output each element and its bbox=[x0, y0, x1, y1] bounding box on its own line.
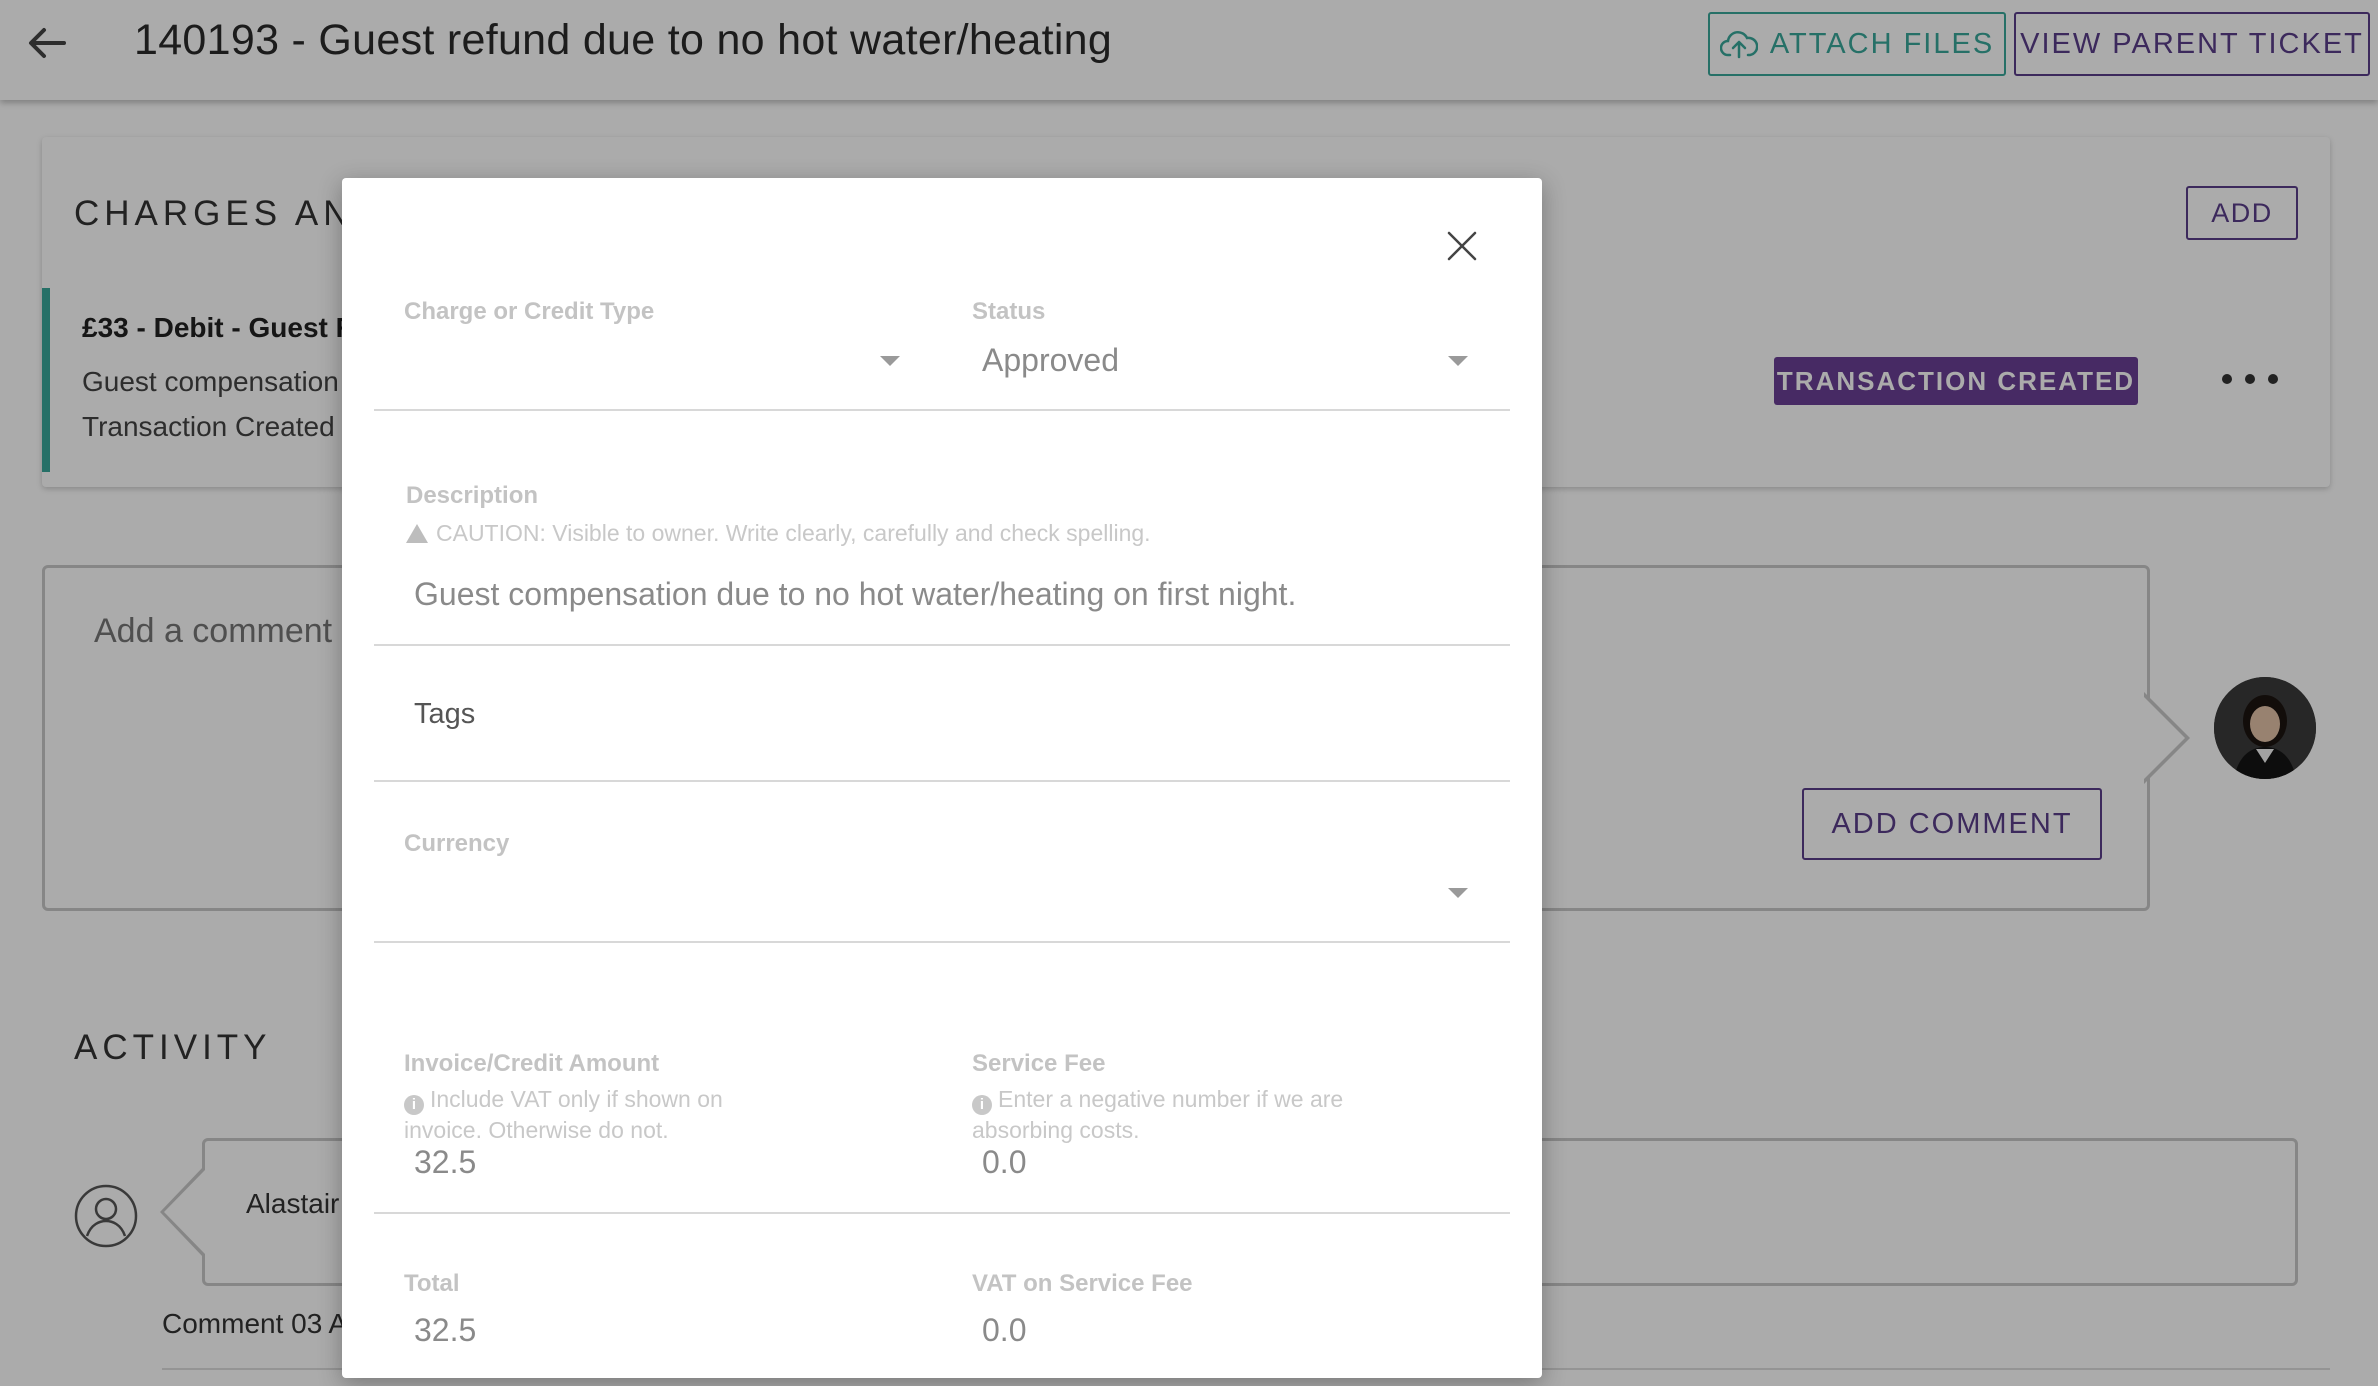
divider bbox=[374, 941, 1510, 943]
vat-service-fee-label: VAT on Service Fee bbox=[972, 1270, 1193, 1297]
info-icon: i bbox=[404, 1095, 424, 1115]
status-label: Status bbox=[972, 298, 1046, 325]
invoice-amount-label: Invoice/Credit Amount bbox=[404, 1050, 660, 1077]
divider bbox=[374, 780, 1510, 782]
divider bbox=[374, 1212, 1510, 1214]
charge-type-label: Charge or Credit Type bbox=[404, 298, 655, 325]
description-label: Description bbox=[406, 482, 539, 509]
vat-service-fee-value: 0.0 bbox=[982, 1312, 1027, 1348]
service-fee-label: Service Fee bbox=[972, 1050, 1106, 1077]
chevron-down-icon[interactable] bbox=[1448, 356, 1468, 366]
divider bbox=[374, 644, 1510, 646]
description-input[interactable]: Guest compensation due to no hot water/h… bbox=[414, 576, 1296, 613]
tags-input[interactable]: Tags bbox=[414, 698, 475, 731]
total-label: Total bbox=[404, 1270, 460, 1297]
description-caution: CAUTION: Visible to owner. Write clearly… bbox=[406, 518, 1151, 548]
currency-label: Currency bbox=[404, 830, 510, 857]
info-icon: i bbox=[972, 1095, 992, 1115]
divider bbox=[374, 409, 1510, 411]
service-fee-input[interactable]: 0.0 bbox=[982, 1144, 1026, 1181]
edit-charge-modal: Charge or Credit Type Status Approved De… bbox=[342, 178, 1542, 1378]
chevron-down-icon[interactable] bbox=[880, 356, 900, 366]
service-fee-help: i Enter a negative number if we are absor… bbox=[972, 1086, 1344, 1143]
invoice-amount-help: i Include VAT only if shown on invoice. O… bbox=[404, 1086, 723, 1143]
close-icon[interactable] bbox=[1444, 228, 1480, 264]
warning-icon bbox=[406, 524, 428, 543]
chevron-down-icon[interactable] bbox=[1448, 888, 1468, 898]
total-value: 32.5 bbox=[414, 1312, 477, 1348]
status-select[interactable]: Approved bbox=[982, 342, 1119, 379]
invoice-amount-input[interactable]: 32.5 bbox=[414, 1144, 476, 1181]
